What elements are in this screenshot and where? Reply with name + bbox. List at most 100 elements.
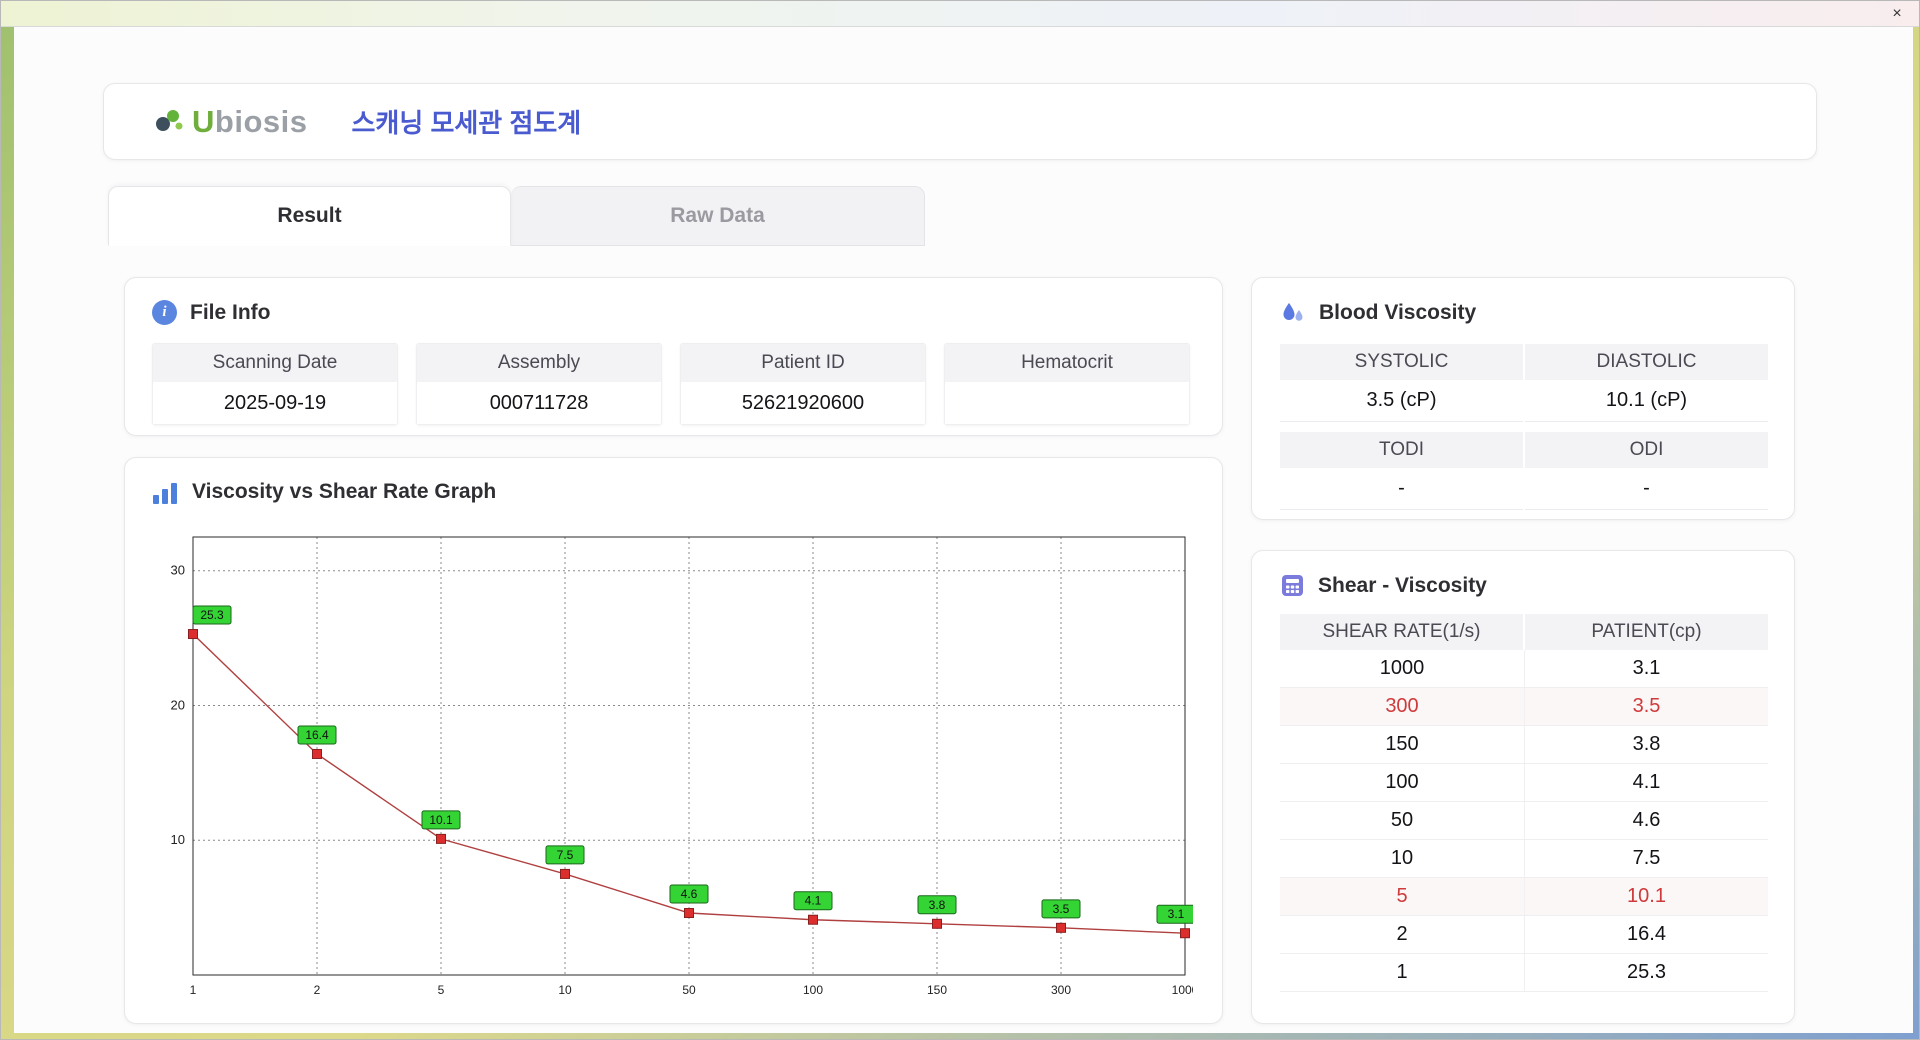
svg-text:300: 300 xyxy=(1051,983,1071,997)
shear-rate-cell: 50 xyxy=(1390,809,1414,831)
shear-rate-cell: 10 xyxy=(1390,847,1414,869)
svg-text:30: 30 xyxy=(171,563,185,578)
grid-table-icon xyxy=(1282,575,1303,596)
field-scanning-date: Scanning Date 2025-09-19 xyxy=(152,343,398,425)
svg-text:20: 20 xyxy=(171,697,185,712)
field-hematocrit: Hematocrit xyxy=(944,343,1190,425)
svg-text:50: 50 xyxy=(682,983,696,997)
blood-viscosity-table: SYSTOLIC DIASTOLIC 3.5 (cP) 10.1 (cP) TO… xyxy=(1280,344,1768,510)
field-value: 000711728 xyxy=(417,382,661,424)
table-row: 50 4.6 xyxy=(1280,802,1768,840)
app-window: × Ubiosis 스캐닝 모세관 점도계 Result Raw Data i xyxy=(0,0,1920,1040)
viscosity-chart: 10 20 30 1 2 5 10 50 100 150 300 1000 25.3 16.4 10.1 7.… xyxy=(153,526,1199,1006)
file-info-fields: Scanning Date 2025-09-19 Assembly 000711… xyxy=(152,343,1195,425)
graph-title-row: Viscosity vs Shear Rate Graph xyxy=(153,480,1194,504)
patient-cell: 25.3 xyxy=(1524,954,1768,991)
field-value xyxy=(945,382,1189,424)
table-row: 1 25.3 xyxy=(1280,954,1768,992)
patient-column-header: PATIENT(cp) xyxy=(1525,614,1768,650)
svg-text:2: 2 xyxy=(314,983,321,997)
table-row: 1000 3.1 xyxy=(1280,650,1768,688)
file-info-title: File Info xyxy=(190,300,271,324)
tab-raw-data[interactable]: Raw Data xyxy=(511,186,925,246)
field-label: Assembly xyxy=(417,344,661,382)
field-label: Hematocrit xyxy=(945,344,1189,382)
svg-text:1: 1 xyxy=(190,983,197,997)
shear-viscosity-title: Shear - Viscosity xyxy=(1318,573,1487,597)
svg-text:5: 5 xyxy=(438,983,445,997)
viscosity-shear-chart-svg: 10 20 30 1 2 5 10 50 100 150 300 1000 25.3 16.4 10.1 7.… xyxy=(171,536,1199,997)
shear-viscosity-table: SHEAR RATE(1/s) PATIENT(cp) 1000 3.1 300 3.… xyxy=(1280,614,1768,992)
svg-text:1000: 1000 xyxy=(1172,983,1193,997)
svg-text:7.5: 7.5 xyxy=(557,848,574,862)
field-value: 2025-09-19 xyxy=(153,382,397,424)
diastolic-header: DIASTOLIC xyxy=(1525,344,1768,380)
main-content: Ubiosis 스캐닝 모세관 점도계 Result Raw Data i Fi… xyxy=(14,27,1913,1033)
odi-header: ODI xyxy=(1525,432,1768,468)
shear-rate-column-header: SHEAR RATE(1/s) xyxy=(1280,614,1523,650)
field-patient-id: Patient ID 52621920600 xyxy=(680,343,926,425)
table-row: 10 7.5 xyxy=(1280,840,1768,878)
table-row: 150 3.8 xyxy=(1280,726,1768,764)
shear-rate-cell: 1 xyxy=(1396,961,1408,983)
patient-cell: 4.1 xyxy=(1524,764,1768,801)
table-row: 300 3.5 xyxy=(1280,688,1768,726)
tab-result[interactable]: Result xyxy=(108,186,511,246)
blood-viscosity-card: Blood Viscosity SYSTOLIC DIASTOLIC 3.5 (… xyxy=(1251,277,1795,520)
patient-cell: 7.5 xyxy=(1524,840,1768,877)
blood-viscosity-title: Blood Viscosity xyxy=(1319,301,1477,324)
svg-text:3.5: 3.5 xyxy=(1053,902,1070,916)
droplet-icon xyxy=(1283,303,1303,321)
field-value: 52621920600 xyxy=(681,382,925,424)
todi-value: - xyxy=(1280,468,1523,510)
brand-logo: Ubiosis xyxy=(152,104,307,140)
shear-rate-cell: 5 xyxy=(1396,885,1408,907)
bar-chart-icon xyxy=(153,480,179,504)
patient-cell: 3.8 xyxy=(1524,726,1768,763)
patient-cell: 10.1 xyxy=(1524,878,1768,915)
page-title: 스캐닝 모세관 점도계 xyxy=(351,108,582,138)
info-icon: i xyxy=(152,300,177,325)
systolic-header: SYSTOLIC xyxy=(1280,344,1523,380)
shear-rate-cell: 1000 xyxy=(1379,657,1425,679)
field-label: Scanning Date xyxy=(153,344,397,382)
file-info-title-row: i File Info xyxy=(152,300,1195,325)
shear-viscosity-title-row: Shear - Viscosity xyxy=(1280,573,1766,598)
titlebar: × xyxy=(1,1,1919,27)
graph-title: Viscosity vs Shear Rate Graph xyxy=(192,480,497,503)
close-button[interactable]: × xyxy=(1887,4,1907,24)
header-card: Ubiosis 스캐닝 모세관 점도계 xyxy=(103,83,1817,160)
odi-value: - xyxy=(1525,468,1768,510)
svg-text:3.1: 3.1 xyxy=(1168,907,1185,921)
tab-bar: Result Raw Data xyxy=(108,186,925,246)
shear-rate-cell: 300 xyxy=(1385,695,1419,717)
patient-cell: 4.6 xyxy=(1524,802,1768,839)
shear-viscosity-card: Shear - Viscosity SHEAR RATE(1/s) PATIEN… xyxy=(1251,550,1795,1024)
blood-viscosity-title-row: Blood Viscosity xyxy=(1280,300,1766,326)
shear-rate-cell: 2 xyxy=(1396,923,1408,945)
svg-text:150: 150 xyxy=(927,983,947,997)
diastolic-value: 10.1 (cP) xyxy=(1525,380,1768,422)
table-row: 2 16.4 xyxy=(1280,916,1768,954)
brand-name: Ubiosis xyxy=(192,103,308,139)
svg-text:10.1: 10.1 xyxy=(429,813,453,827)
svg-text:25.3: 25.3 xyxy=(200,608,224,622)
table-row: 5 10.1 xyxy=(1280,878,1768,916)
svg-text:100: 100 xyxy=(803,983,823,997)
patient-cell: 3.1 xyxy=(1524,650,1768,687)
shear-rate-cell: 100 xyxy=(1385,771,1419,793)
svg-text:4.1: 4.1 xyxy=(805,894,822,908)
table-row: 100 4.1 xyxy=(1280,764,1768,802)
svg-text:16.4: 16.4 xyxy=(305,728,329,742)
file-info-card: i File Info Scanning Date 2025-09-19 Ass… xyxy=(124,277,1223,436)
systolic-value: 3.5 (cP) xyxy=(1280,380,1523,422)
field-label: Patient ID xyxy=(681,344,925,382)
field-assembly: Assembly 000711728 xyxy=(416,343,662,425)
shear-viscosity-table-body: 1000 3.1 300 3.5 150 3.8 100 4.1 50 4.6 10 7.5 5 10.1… xyxy=(1280,650,1768,992)
leaf-logo-icon xyxy=(156,109,183,131)
todi-header: TODI xyxy=(1280,432,1523,468)
patient-cell: 3.5 xyxy=(1524,688,1768,725)
shear-rate-cell: 150 xyxy=(1385,733,1419,755)
svg-text:10: 10 xyxy=(558,983,572,997)
svg-text:3.8: 3.8 xyxy=(929,898,946,912)
